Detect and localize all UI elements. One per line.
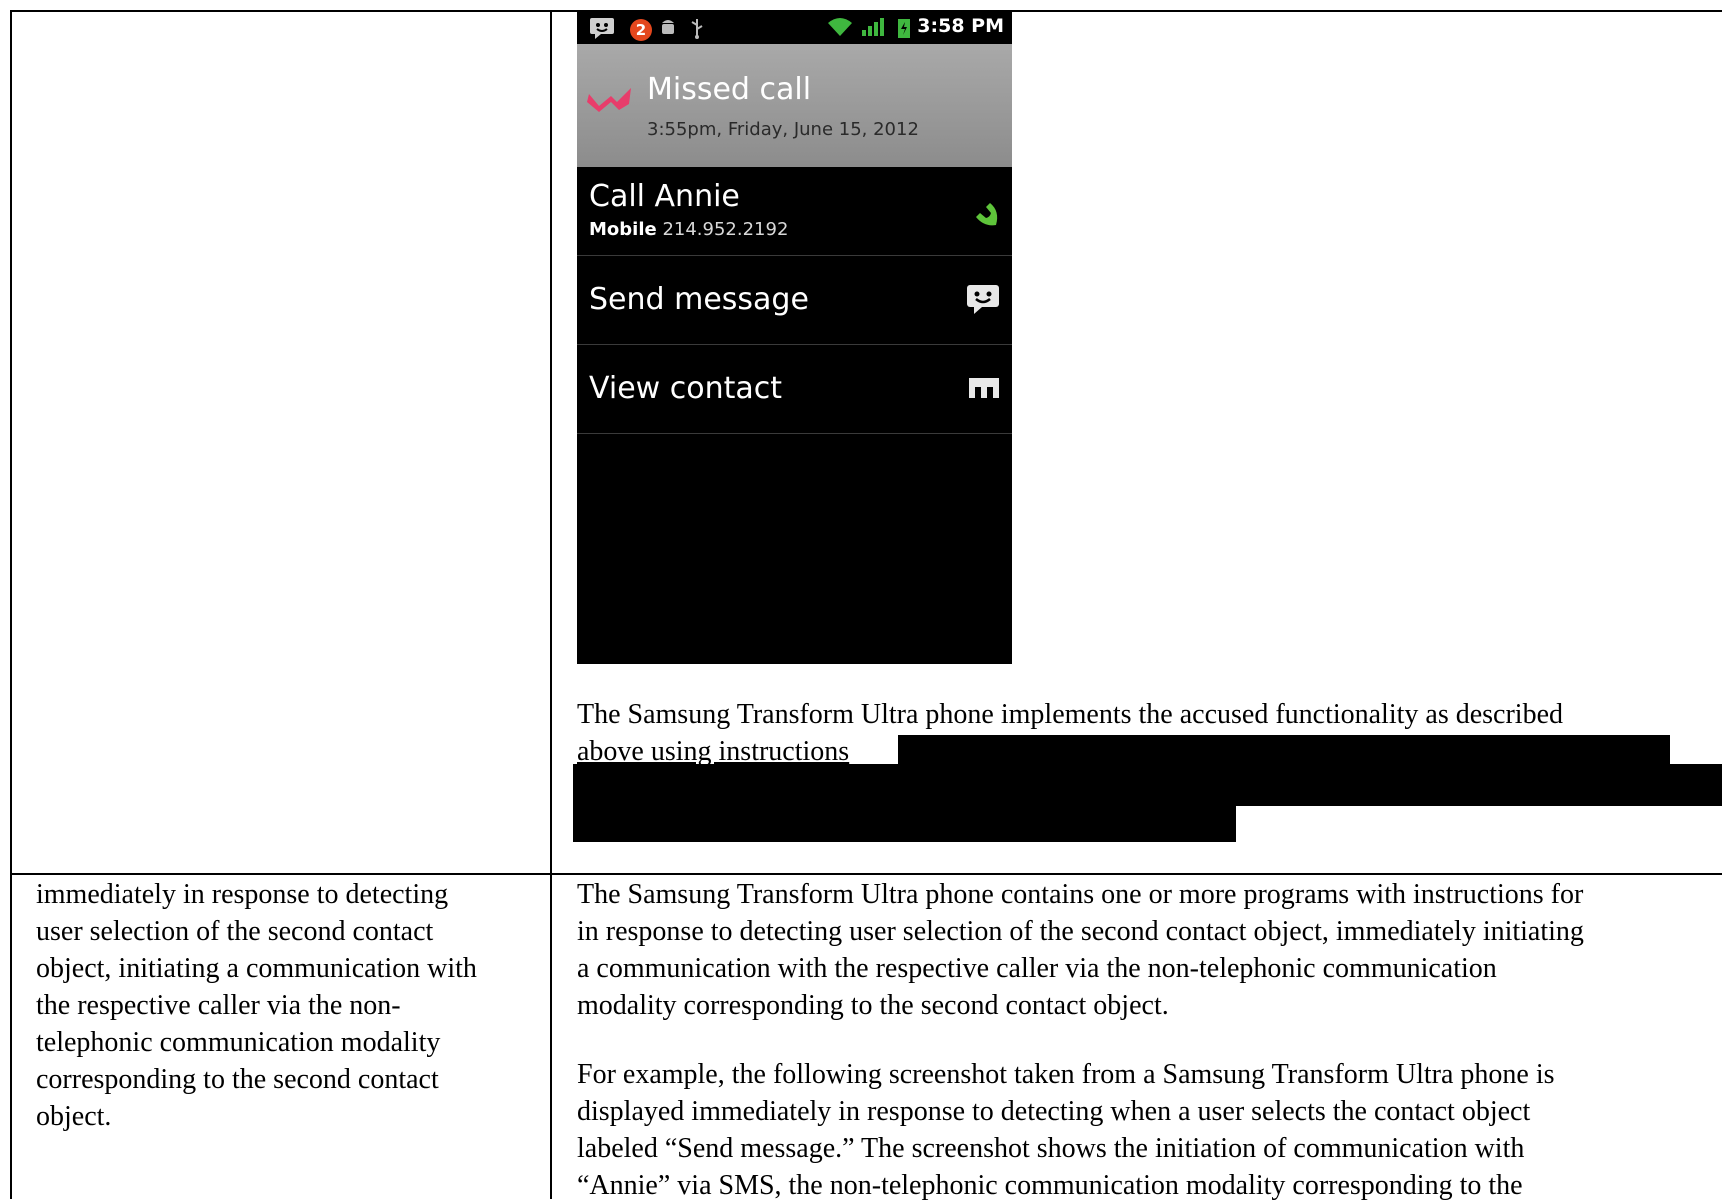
paragraph-line: displayed immediately in response to det… (577, 1096, 1531, 1127)
missed-call-count-badge: 2 (630, 19, 652, 41)
claim-line: immediately in response to detecting (36, 879, 449, 910)
notification-timestamp: 3:55pm, Friday, June 15, 2012 (647, 119, 919, 140)
paragraph-line: labeled “Send message.” The screenshot s… (577, 1133, 1525, 1164)
example-paragraph: For example, the following screenshot ta… (577, 1056, 1555, 1204)
paragraph-line: a communication with the respective call… (577, 953, 1497, 984)
phone-number: 214.952.2192 (662, 219, 789, 240)
claim-line: corresponding to the second contact (36, 1064, 439, 1095)
table-column-divider (550, 10, 552, 1199)
table-row-divider (10, 873, 1722, 875)
paragraph-line: modality corresponding to the second con… (577, 990, 1169, 1021)
view-contact-label: View contact (589, 371, 782, 406)
message-notification-icon (589, 17, 615, 43)
claim-line: telephonic communication modality (36, 1027, 441, 1058)
signal-icon (861, 17, 885, 41)
paragraph-line: “Annie” via SMS, the non-telephonic comm… (577, 1170, 1523, 1201)
send-message-label: Send message (589, 282, 809, 317)
phone-icon[interactable] (966, 195, 1000, 233)
paragraph-line: in response to detecting user selection … (577, 916, 1584, 947)
call-annie-option[interactable]: Call Annie Mobile 214.952.2192 (577, 167, 1012, 256)
claim-element-text: immediately in response to detecting use… (36, 876, 546, 1135)
claim-line: object, initiating a communication with (36, 953, 477, 984)
android-debug-icon (659, 17, 677, 41)
send-message-option[interactable]: Send message (577, 256, 1012, 345)
paragraph-line: For example, the following screenshot ta… (577, 1059, 1555, 1090)
claim-line: object. (36, 1101, 112, 1132)
mobile-number: Mobile 214.952.2192 (589, 219, 788, 240)
status-bar: 2 3:58 PM (577, 10, 1012, 44)
battery-icon (897, 17, 911, 43)
claim-line: user selection of the second contact (36, 916, 434, 947)
infringement-paragraph: The Samsung Transform Ultra phone contai… (577, 876, 1584, 1024)
paragraph-line: The Samsung Transform Ultra phone contai… (577, 879, 1584, 910)
notification-title: Missed call (647, 72, 812, 107)
caption-line-1: The Samsung Transform Ultra phone implem… (577, 699, 1564, 730)
table-left-border (10, 10, 12, 1199)
call-annie-label: Call Annie (589, 179, 740, 214)
view-contact-option[interactable]: View contact (577, 345, 1012, 434)
claim-line: the respective caller via the non- (36, 990, 401, 1021)
message-icon[interactable] (966, 284, 1000, 318)
status-time: 3:58 PM (917, 15, 1004, 37)
missed-call-icon (587, 86, 633, 116)
redaction-block (573, 764, 1722, 806)
phone-screenshot: 2 3:58 PM Missed call 3:55pm, Friday, Ju… (577, 10, 1012, 664)
wifi-icon (827, 17, 853, 41)
usb-icon (689, 17, 705, 43)
redaction-block (573, 804, 1236, 842)
redaction-block (898, 735, 1670, 765)
mobile-label: Mobile (589, 219, 657, 240)
contact-card-icon[interactable] (968, 375, 1000, 405)
missed-call-notification: Missed call 3:55pm, Friday, June 15, 201… (577, 44, 1012, 167)
